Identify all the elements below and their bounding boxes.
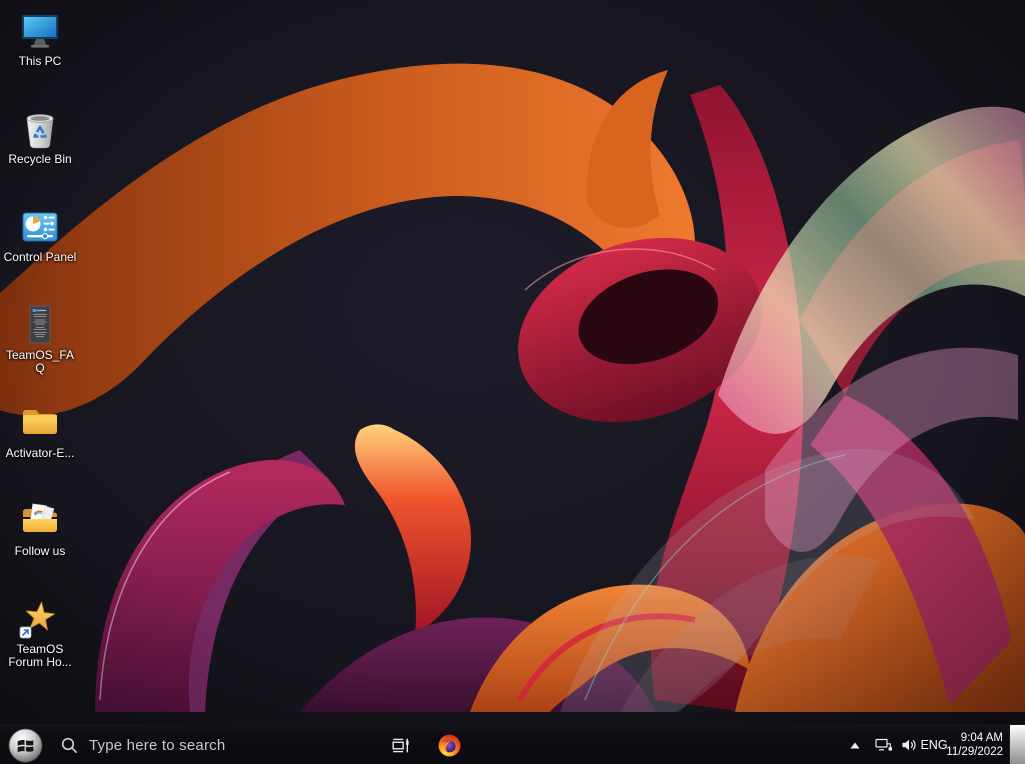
desktop-icon-this-pc[interactable]: This PC bbox=[1, 5, 79, 103]
clock-time: 9:04 AM bbox=[960, 732, 1003, 744]
search-placeholder: Type here to search bbox=[89, 736, 226, 754]
task-view-button[interactable] bbox=[383, 725, 417, 764]
desktop-icon-label: Follow us bbox=[14, 544, 66, 558]
folder-icon bbox=[23, 410, 57, 434]
start-button[interactable] bbox=[3, 725, 47, 764]
desktop-icon-label: Activator-E... bbox=[5, 446, 75, 460]
desktop-icon-teamos-faq[interactable]: TeamOS_FAQ bbox=[1, 299, 79, 397]
speaker-volume-icon bbox=[902, 739, 916, 751]
desktop-icon-label: This PC bbox=[18, 54, 62, 68]
clock-date: 11/29/2022 bbox=[946, 746, 1003, 758]
desktop-icon-activator[interactable]: Activator-E... bbox=[1, 397, 79, 495]
windows-logo-icon bbox=[7, 727, 43, 763]
firefox-taskbar-button[interactable] bbox=[430, 725, 468, 764]
control-panel-icon bbox=[22, 212, 58, 242]
text-document-icon bbox=[29, 305, 51, 344]
task-view-icon bbox=[391, 738, 409, 752]
desktop: This PC Recycle Bin Control Panel TeamOS… bbox=[0, 0, 1025, 764]
desktop-icon-follow-us[interactable]: Follow us bbox=[1, 495, 79, 593]
desktop-icon-teamos-forum[interactable]: TeamOS Forum Ho... bbox=[1, 593, 79, 691]
desktop-icon-recycle-bin[interactable]: Recycle Bin bbox=[1, 103, 79, 201]
folder-with-files-icon bbox=[23, 503, 57, 532]
desktop-icon-label: TeamOS_FAQ bbox=[5, 348, 75, 375]
computer-monitor-icon bbox=[22, 15, 58, 48]
recycle-bin-icon bbox=[26, 114, 54, 149]
desktop-icon-control-panel[interactable]: Control Panel bbox=[1, 201, 79, 299]
network-tray-button[interactable] bbox=[871, 725, 897, 764]
desktop-icon-column: This PC Recycle Bin Control Panel TeamOS… bbox=[1, 5, 79, 691]
desktop-icon-label: TeamOS Forum Ho... bbox=[8, 642, 72, 669]
desktop-icon-label: Control Panel bbox=[3, 250, 77, 264]
star-shortcut-icon bbox=[19, 601, 56, 639]
ethernet-network-icon bbox=[875, 738, 892, 751]
desktop-icon-label: Recycle Bin bbox=[8, 152, 72, 166]
show-desktop-button[interactable] bbox=[1009, 725, 1025, 764]
tray-expand-button[interactable] bbox=[843, 725, 867, 764]
chevron-up-icon bbox=[850, 742, 860, 748]
taskbar-search[interactable]: Type here to search bbox=[60, 725, 360, 764]
wallpaper bbox=[0, 0, 1025, 764]
search-icon bbox=[61, 737, 77, 753]
taskbar: Type here to search ENG 9:04 AM 11/29/20… bbox=[0, 724, 1025, 764]
firefox-icon bbox=[438, 734, 460, 756]
clock[interactable]: 9:04 AM 11/29/2022 bbox=[937, 725, 1003, 764]
volume-tray-button[interactable] bbox=[897, 725, 921, 764]
